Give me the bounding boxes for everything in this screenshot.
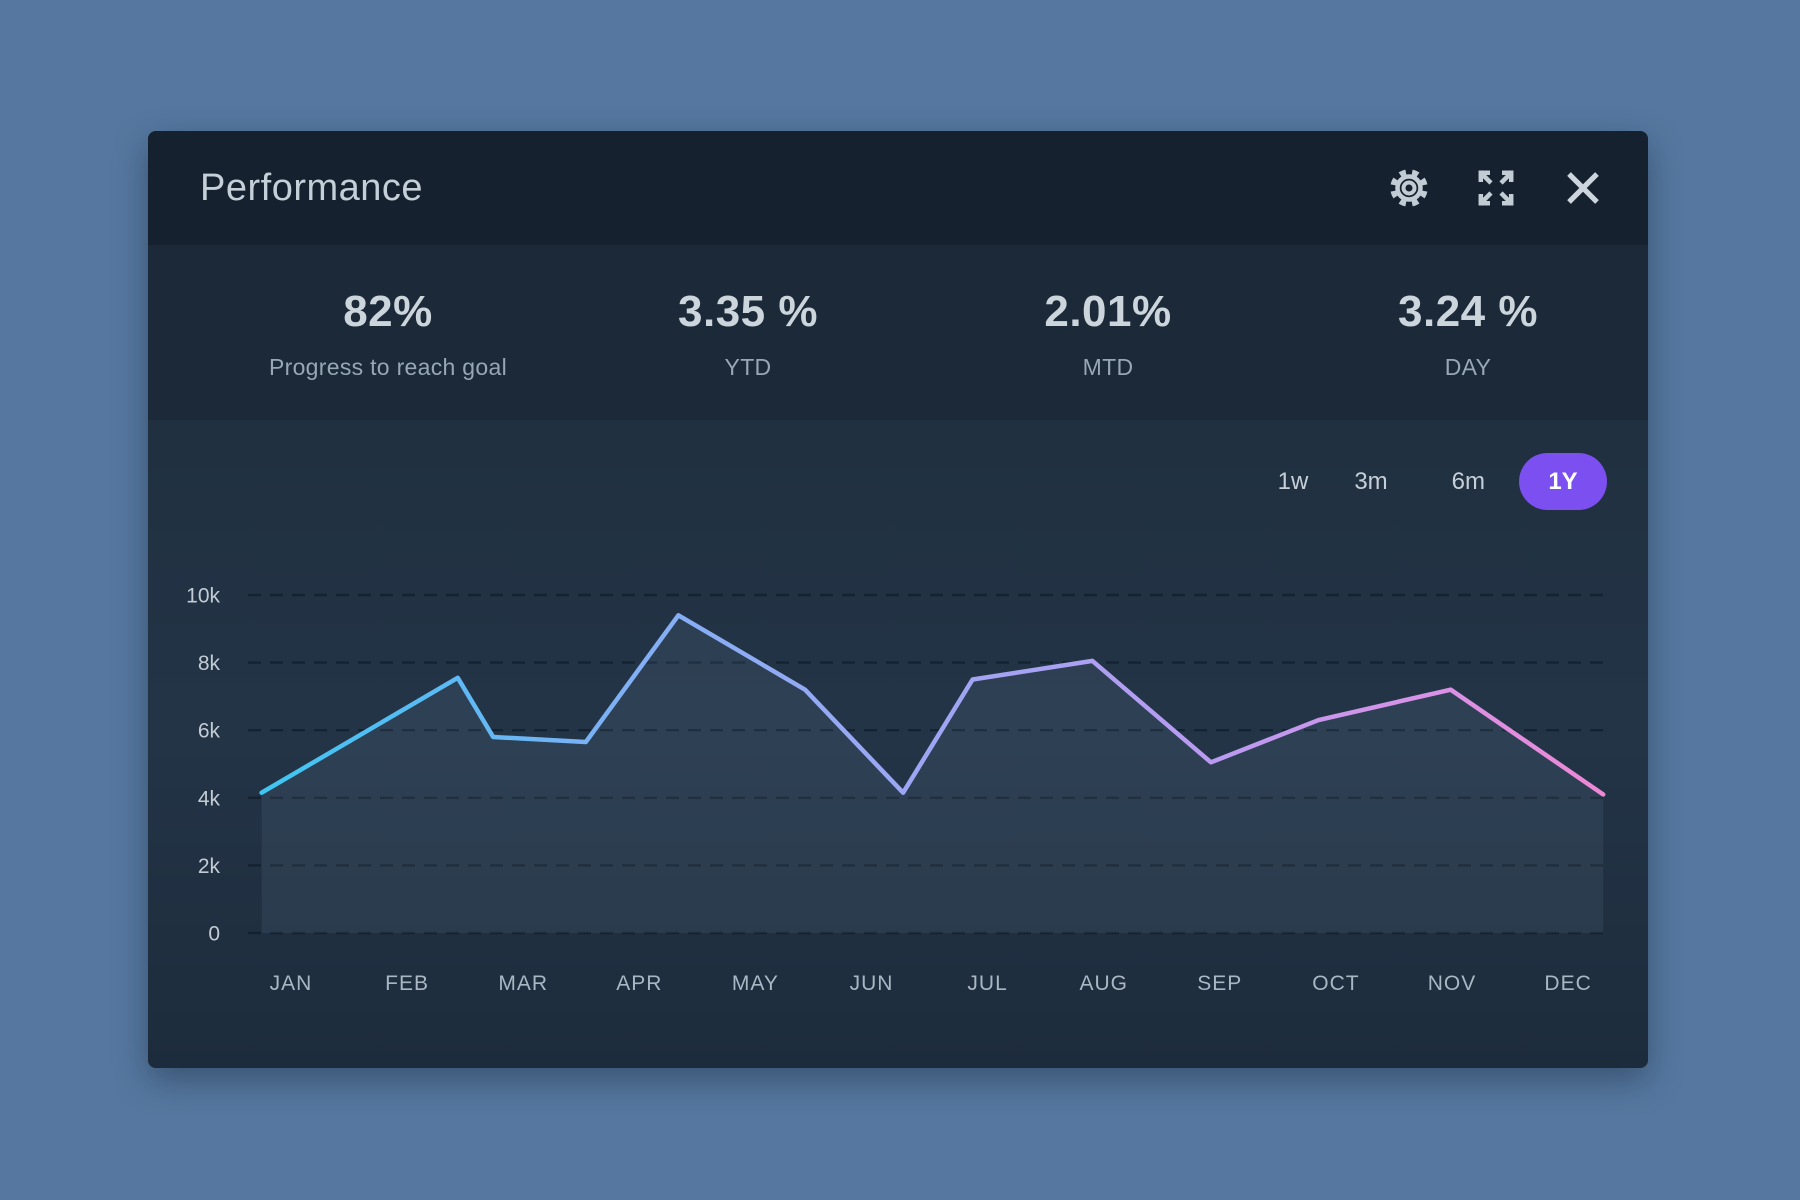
line-chart: 10k 8k 6k 4k 2k 0 JAN FEB MAR APR MAY JUN JUL AUG SEP O… [148, 420, 1648, 1068]
svg-text:FEB: FEB [385, 972, 429, 995]
stats-row: 82% Progress to reach goal 3.35 % YTD 2.… [148, 245, 1648, 420]
svg-text:DEC: DEC [1544, 972, 1591, 995]
range-option-3m[interactable]: 3m [1350, 468, 1391, 496]
stat-label: MTD [928, 354, 1288, 380]
stat-label: Progress to reach goal [208, 354, 568, 380]
stat-label: YTD [568, 354, 928, 380]
svg-text:4k: 4k [198, 787, 221, 810]
expand-icon[interactable] [1473, 165, 1519, 211]
stat-progress: 82% Progress to reach goal [208, 286, 568, 380]
svg-text:MAR: MAR [498, 972, 548, 995]
svg-text:8k: 8k [198, 652, 221, 675]
stat-mtd: 2.01% MTD [928, 286, 1288, 380]
close-icon[interactable] [1560, 165, 1606, 211]
svg-text:AUG: AUG [1079, 972, 1128, 995]
stat-ytd: 3.35 % YTD [568, 286, 928, 380]
stat-value: 3.35 % [568, 286, 928, 338]
range-option-6m[interactable]: 6m [1448, 468, 1489, 496]
svg-text:JUN: JUN [850, 972, 894, 995]
svg-text:JUL: JUL [967, 972, 1007, 995]
svg-text:OCT: OCT [1312, 972, 1359, 995]
svg-text:JAN: JAN [270, 972, 313, 995]
stat-value: 82% [208, 286, 568, 338]
performance-widget: Performance [148, 131, 1648, 1068]
settings-icon[interactable] [1386, 165, 1432, 211]
svg-text:0: 0 [208, 923, 220, 946]
stat-value: 2.01% [928, 286, 1288, 338]
svg-text:6k: 6k [198, 720, 221, 743]
range-selector: 1w 3m 6m 1Y [1274, 453, 1607, 510]
svg-text:MAY: MAY [732, 972, 779, 995]
range-option-1w[interactable]: 1w [1274, 468, 1313, 496]
svg-text:SEP: SEP [1197, 972, 1242, 995]
widget-header: Performance [148, 131, 1648, 245]
svg-text:NOV: NOV [1428, 972, 1477, 995]
page-title: Performance [148, 167, 423, 210]
header-icons [1386, 165, 1648, 211]
range-option-1y-selected[interactable]: 1Y [1519, 453, 1607, 510]
svg-text:2k: 2k [198, 855, 221, 878]
svg-text:APR: APR [616, 972, 662, 995]
stat-label: DAY [1288, 354, 1648, 380]
stat-value: 3.24 % [1288, 286, 1648, 338]
svg-text:10k: 10k [186, 585, 220, 608]
stat-day: 3.24 % DAY [1288, 286, 1648, 380]
chart-area: 1w 3m 6m 1Y 10k 8k 6k 4k 2k 0 JAN FEB MAR APR MAY J… [148, 420, 1648, 1068]
